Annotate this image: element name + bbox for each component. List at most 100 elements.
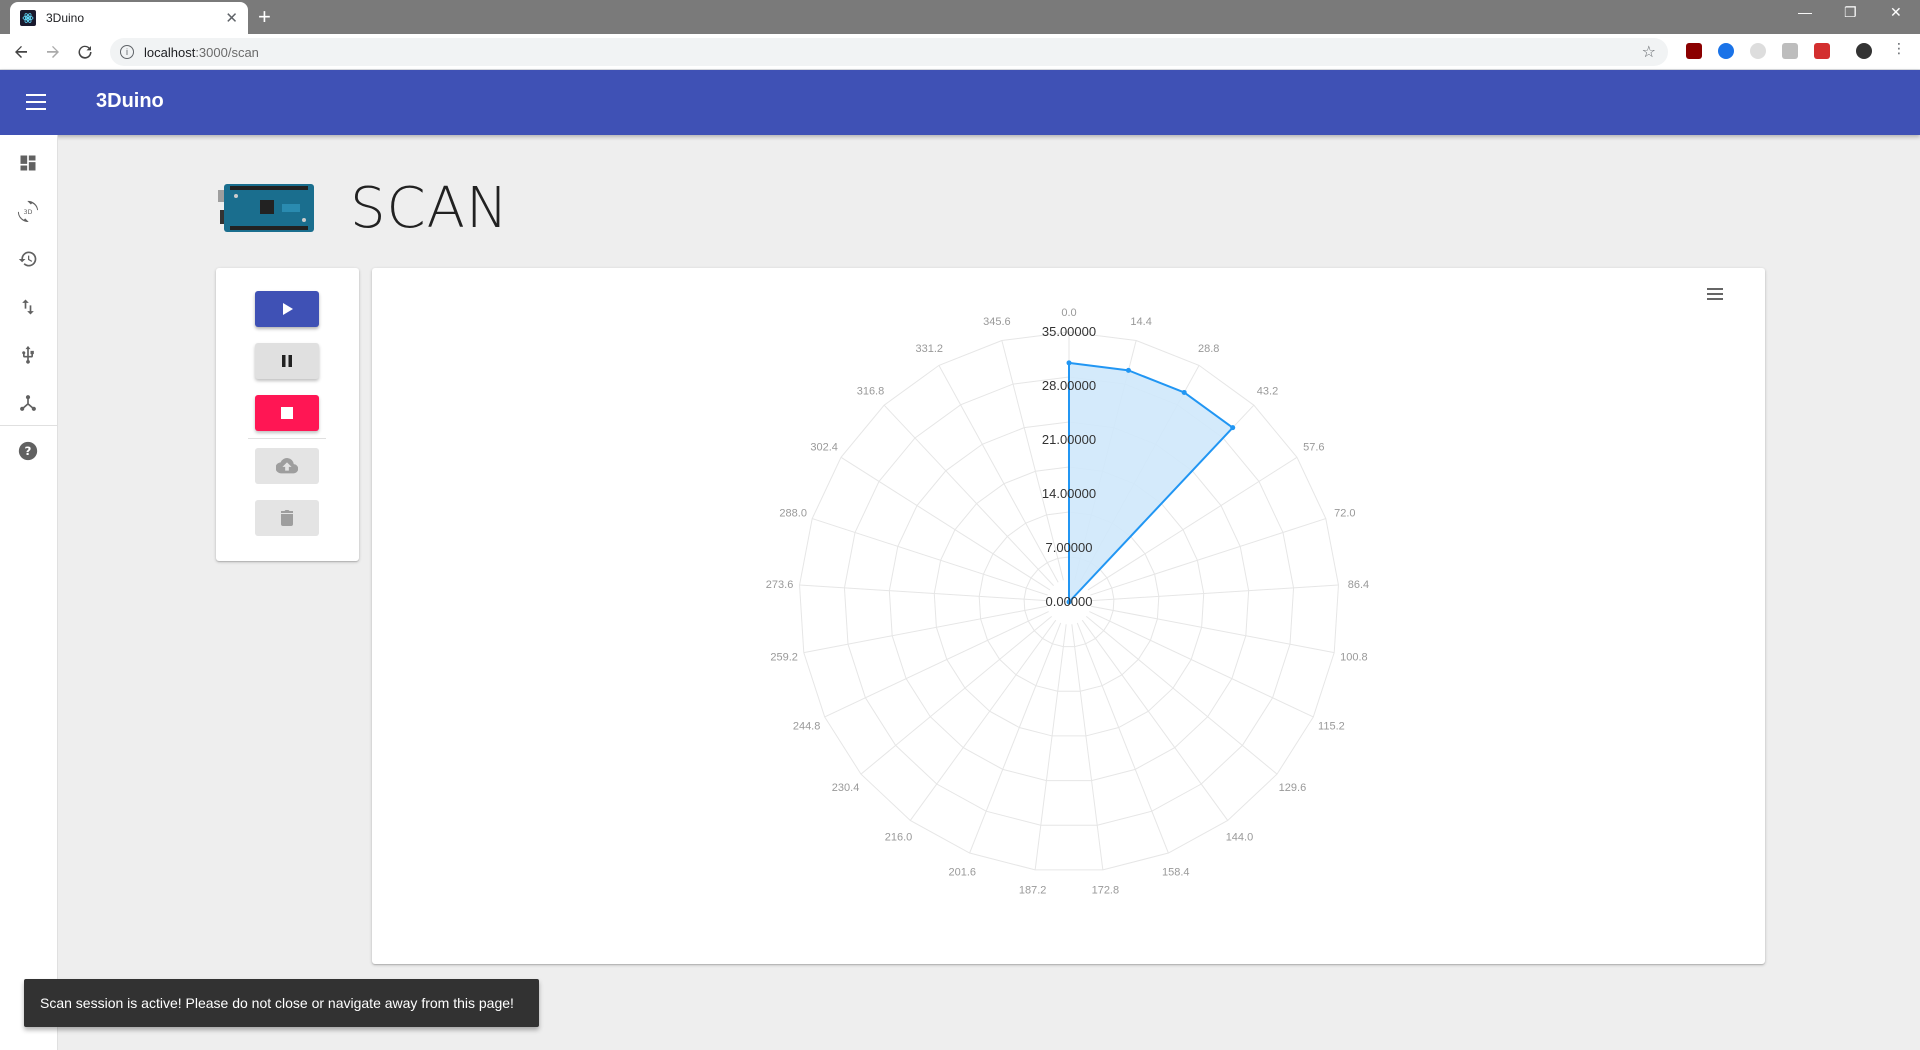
radial-tick-label: 28.00000	[1042, 378, 1096, 393]
angle-tick-label: 201.6	[948, 867, 976, 879]
menu-icon[interactable]	[26, 94, 46, 110]
radial-tick-label: 21.00000	[1042, 432, 1096, 447]
angle-tick-label: 345.6	[983, 316, 1011, 328]
stop-button[interactable]	[255, 395, 319, 431]
ublock-extension-icon[interactable]	[1686, 43, 1702, 59]
dashboard-icon[interactable]	[15, 150, 41, 176]
controls-divider	[248, 438, 326, 439]
address-bar[interactable]: i localhost:3000/scan ☆	[110, 38, 1668, 66]
chart-menu-icon[interactable]	[1707, 288, 1725, 302]
angle-tick-label: 288.0	[779, 507, 807, 519]
bookmark-star-icon[interactable]: ☆	[1642, 42, 1656, 62]
angle-tick-label: 316.8	[857, 386, 885, 398]
browser-toolbar: i localhost:3000/scan ☆ ⋮	[0, 34, 1920, 70]
angle-tick-label: 187.2	[1019, 885, 1047, 897]
forward-icon[interactable]	[42, 41, 64, 63]
page-title: SCAN	[350, 175, 509, 241]
grid-spoke	[1071, 624, 1104, 870]
grid-spoke	[909, 619, 1057, 821]
browser-tab-bar: 3Duino ✕ + — ❐ ✕	[0, 0, 1920, 34]
usb-icon[interactable]	[15, 342, 41, 368]
grid-spoke	[860, 615, 1052, 775]
snackbar: Scan session is active! Please do not cl…	[24, 979, 539, 1027]
window-restore-button[interactable]: ❐	[1844, 4, 1857, 21]
stop-icon	[281, 407, 293, 419]
grid-spoke	[1091, 584, 1339, 602]
scan-controls-card	[216, 268, 359, 561]
radial-tick-label: 0.00000	[1046, 594, 1093, 609]
angle-tick-label: 302.4	[810, 442, 838, 454]
angle-tick-label: 259.2	[770, 651, 798, 663]
back-icon[interactable]	[10, 41, 32, 63]
svg-text:?: ?	[25, 444, 32, 458]
tab-close-icon[interactable]: ✕	[225, 9, 238, 27]
extension-grey-icon[interactable]	[1750, 43, 1766, 59]
polar-chart: 0.0 14.4 28.8 43.2 57.6 72.0 86.4 100.8 115.2 129…	[766, 307, 1369, 897]
play-icon	[283, 303, 293, 315]
new-tab-button[interactable]: +	[258, 4, 271, 30]
radial-tick-label: 35.00000	[1042, 324, 1096, 339]
svg-text:3D: 3D	[23, 208, 32, 216]
scan-chart-card: 0.0 14.4 28.8 43.2 57.6 72.0 86.4 100.8 115.2 129…	[372, 268, 1765, 964]
reload-icon[interactable]	[74, 41, 96, 63]
history-icon[interactable]	[15, 246, 41, 272]
profile-avatar[interactable]	[1856, 43, 1872, 59]
angle-tick-label: 158.4	[1162, 867, 1190, 879]
angle-tick-label: 273.6	[766, 579, 794, 591]
angle-tick-label: 244.8	[793, 720, 821, 732]
angle-tick-label: 331.2	[916, 343, 944, 355]
angle-tick-label: 115.2	[1318, 720, 1345, 732]
import-export-icon[interactable]	[15, 294, 41, 320]
tab-title: 3Duino	[46, 11, 85, 25]
delete-icon	[281, 510, 293, 526]
network-icon[interactable]	[15, 390, 41, 416]
browser-tab[interactable]: 3Duino ✕	[10, 2, 248, 34]
grid-spoke	[799, 584, 1047, 602]
pause-icon	[282, 355, 292, 367]
play-button[interactable]	[255, 291, 319, 327]
upload-button[interactable]	[255, 448, 319, 484]
app-title: 3Duino	[96, 90, 164, 112]
cloud-upload-icon	[276, 458, 298, 474]
extension-red-icon[interactable]	[1814, 43, 1830, 59]
grid-spoke	[840, 456, 1051, 591]
window-minimize-button[interactable]: —	[1798, 4, 1812, 20]
snackbar-message: Scan session is active! Please do not cl…	[40, 995, 514, 1011]
data-point	[1125, 367, 1131, 373]
window-close-button[interactable]: ✕	[1890, 4, 1902, 21]
grid-spoke	[1034, 624, 1067, 870]
extension-letter-icon[interactable]	[1782, 43, 1798, 59]
angle-tick-label: 72.0	[1334, 507, 1355, 519]
grid-spoke	[883, 404, 1054, 586]
grid-spoke	[1086, 615, 1278, 775]
nav-divider	[0, 425, 58, 426]
angle-tick-label: 43.2	[1257, 386, 1278, 398]
radial-tick-label: 14.00000	[1042, 486, 1096, 501]
angle-tick-label: 216.0	[885, 832, 913, 844]
browser-menu-icon[interactable]: ⋮	[1892, 40, 1906, 56]
angle-tick-label: 28.8	[1198, 343, 1219, 355]
angle-tick-label: 14.4	[1130, 316, 1151, 328]
angle-tick-label: 57.6	[1303, 442, 1324, 454]
angle-tick-label: 129.6	[1279, 782, 1307, 794]
grid-spoke	[938, 365, 1059, 583]
data-point	[1066, 360, 1072, 366]
url-path: :3000/scan	[195, 44, 259, 60]
angle-tick-label: 0.0	[1061, 307, 1076, 319]
arduino-board-image	[216, 180, 316, 236]
data-point	[1181, 389, 1187, 395]
extension-blue-icon[interactable]	[1718, 43, 1734, 59]
angle-tick-label: 230.4	[832, 782, 860, 794]
data-point	[1230, 425, 1236, 431]
help-icon[interactable]: ?	[15, 438, 41, 464]
page-header: SCAN	[216, 175, 509, 241]
angle-tick-label: 144.0	[1226, 832, 1254, 844]
site-info-icon[interactable]: i	[120, 45, 134, 59]
url-host: localhost	[144, 44, 196, 60]
react-favicon-icon	[20, 10, 36, 26]
delete-button[interactable]	[255, 500, 319, 536]
grid-spoke	[1081, 619, 1229, 821]
pause-button[interactable]	[255, 343, 319, 379]
3d-rotation-icon[interactable]: 3D	[15, 198, 41, 224]
grid-spoke	[812, 518, 1048, 596]
